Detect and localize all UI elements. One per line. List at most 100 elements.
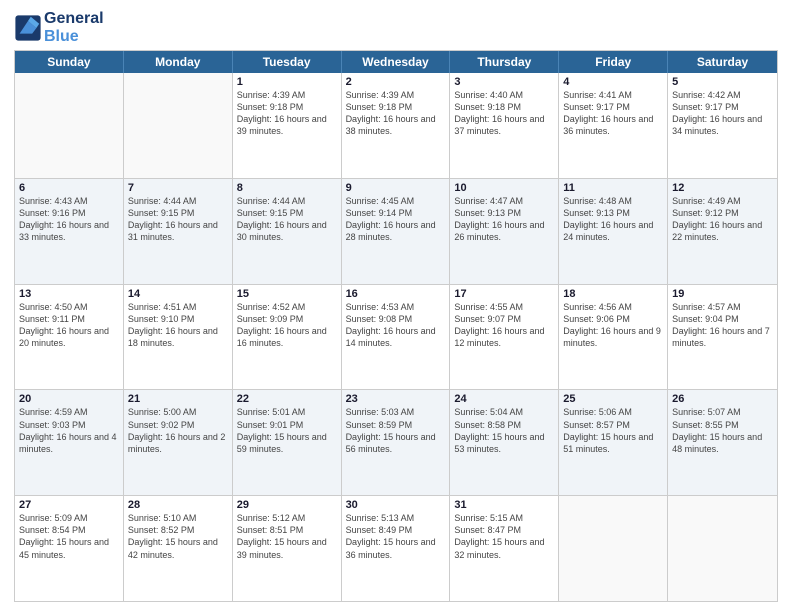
page: General Blue SundayMondayTuesdayWednesda… <box>0 0 792 612</box>
day-number: 22 <box>237 393 337 405</box>
day-cell-15: 15Sunrise: 4:52 AM Sunset: 9:09 PM Dayli… <box>233 285 342 390</box>
day-number: 26 <box>672 393 773 405</box>
day-number: 2 <box>346 76 446 88</box>
day-number: 31 <box>454 499 554 511</box>
day-header-wednesday: Wednesday <box>342 51 451 73</box>
day-cell-10: 10Sunrise: 4:47 AM Sunset: 9:13 PM Dayli… <box>450 179 559 284</box>
logo-text: General Blue <box>44 10 104 46</box>
day-number: 21 <box>128 393 228 405</box>
day-number: 8 <box>237 182 337 194</box>
day-info: Sunrise: 4:39 AM Sunset: 9:18 PM Dayligh… <box>237 89 337 138</box>
day-number: 3 <box>454 76 554 88</box>
day-cell-1: 1Sunrise: 4:39 AM Sunset: 9:18 PM Daylig… <box>233 73 342 178</box>
day-info: Sunrise: 4:53 AM Sunset: 9:08 PM Dayligh… <box>346 301 446 350</box>
day-cell-8: 8Sunrise: 4:44 AM Sunset: 9:15 PM Daylig… <box>233 179 342 284</box>
day-cell-19: 19Sunrise: 4:57 AM Sunset: 9:04 PM Dayli… <box>668 285 777 390</box>
empty-cell <box>124 73 233 178</box>
day-number: 5 <box>672 76 773 88</box>
day-cell-31: 31Sunrise: 5:15 AM Sunset: 8:47 PM Dayli… <box>450 496 559 601</box>
day-cell-22: 22Sunrise: 5:01 AM Sunset: 9:01 PM Dayli… <box>233 390 342 495</box>
day-info: Sunrise: 4:42 AM Sunset: 9:17 PM Dayligh… <box>672 89 773 138</box>
day-info: Sunrise: 4:56 AM Sunset: 9:06 PM Dayligh… <box>563 301 663 350</box>
day-info: Sunrise: 5:10 AM Sunset: 8:52 PM Dayligh… <box>128 512 228 561</box>
day-header-monday: Monday <box>124 51 233 73</box>
day-number: 6 <box>19 182 119 194</box>
day-info: Sunrise: 4:45 AM Sunset: 9:14 PM Dayligh… <box>346 195 446 244</box>
day-cell-24: 24Sunrise: 5:04 AM Sunset: 8:58 PM Dayli… <box>450 390 559 495</box>
day-cell-23: 23Sunrise: 5:03 AM Sunset: 8:59 PM Dayli… <box>342 390 451 495</box>
day-info: Sunrise: 5:04 AM Sunset: 8:58 PM Dayligh… <box>454 406 554 455</box>
day-info: Sunrise: 4:41 AM Sunset: 9:17 PM Dayligh… <box>563 89 663 138</box>
day-cell-5: 5Sunrise: 4:42 AM Sunset: 9:17 PM Daylig… <box>668 73 777 178</box>
day-info: Sunrise: 4:52 AM Sunset: 9:09 PM Dayligh… <box>237 301 337 350</box>
day-info: Sunrise: 5:07 AM Sunset: 8:55 PM Dayligh… <box>672 406 773 455</box>
day-info: Sunrise: 5:09 AM Sunset: 8:54 PM Dayligh… <box>19 512 119 561</box>
day-cell-18: 18Sunrise: 4:56 AM Sunset: 9:06 PM Dayli… <box>559 285 668 390</box>
day-info: Sunrise: 4:49 AM Sunset: 9:12 PM Dayligh… <box>672 195 773 244</box>
day-info: Sunrise: 4:48 AM Sunset: 9:13 PM Dayligh… <box>563 195 663 244</box>
day-cell-3: 3Sunrise: 4:40 AM Sunset: 9:18 PM Daylig… <box>450 73 559 178</box>
day-header-tuesday: Tuesday <box>233 51 342 73</box>
day-number: 11 <box>563 182 663 194</box>
calendar-body: 1Sunrise: 4:39 AM Sunset: 9:18 PM Daylig… <box>15 73 777 601</box>
day-header-sunday: Sunday <box>15 51 124 73</box>
day-number: 13 <box>19 288 119 300</box>
logo: General Blue <box>14 10 104 46</box>
day-info: Sunrise: 4:43 AM Sunset: 9:16 PM Dayligh… <box>19 195 119 244</box>
day-number: 15 <box>237 288 337 300</box>
day-cell-21: 21Sunrise: 5:00 AM Sunset: 9:02 PM Dayli… <box>124 390 233 495</box>
day-number: 9 <box>346 182 446 194</box>
week-row-3: 13Sunrise: 4:50 AM Sunset: 9:11 PM Dayli… <box>15 284 777 390</box>
day-header-saturday: Saturday <box>668 51 777 73</box>
empty-cell <box>15 73 124 178</box>
day-number: 27 <box>19 499 119 511</box>
day-info: Sunrise: 4:59 AM Sunset: 9:03 PM Dayligh… <box>19 406 119 455</box>
day-cell-26: 26Sunrise: 5:07 AM Sunset: 8:55 PM Dayli… <box>668 390 777 495</box>
day-cell-4: 4Sunrise: 4:41 AM Sunset: 9:17 PM Daylig… <box>559 73 668 178</box>
week-row-1: 1Sunrise: 4:39 AM Sunset: 9:18 PM Daylig… <box>15 73 777 178</box>
day-info: Sunrise: 5:15 AM Sunset: 8:47 PM Dayligh… <box>454 512 554 561</box>
day-cell-12: 12Sunrise: 4:49 AM Sunset: 9:12 PM Dayli… <box>668 179 777 284</box>
day-number: 1 <box>237 76 337 88</box>
day-cell-14: 14Sunrise: 4:51 AM Sunset: 9:10 PM Dayli… <box>124 285 233 390</box>
day-number: 16 <box>346 288 446 300</box>
day-cell-13: 13Sunrise: 4:50 AM Sunset: 9:11 PM Dayli… <box>15 285 124 390</box>
day-number: 7 <box>128 182 228 194</box>
day-cell-25: 25Sunrise: 5:06 AM Sunset: 8:57 PM Dayli… <box>559 390 668 495</box>
day-number: 12 <box>672 182 773 194</box>
day-number: 17 <box>454 288 554 300</box>
day-cell-30: 30Sunrise: 5:13 AM Sunset: 8:49 PM Dayli… <box>342 496 451 601</box>
day-info: Sunrise: 4:39 AM Sunset: 9:18 PM Dayligh… <box>346 89 446 138</box>
week-row-5: 27Sunrise: 5:09 AM Sunset: 8:54 PM Dayli… <box>15 495 777 601</box>
day-number: 24 <box>454 393 554 405</box>
empty-cell <box>668 496 777 601</box>
day-number: 14 <box>128 288 228 300</box>
logo-icon <box>14 14 42 42</box>
empty-cell <box>559 496 668 601</box>
day-number: 28 <box>128 499 228 511</box>
day-number: 29 <box>237 499 337 511</box>
day-info: Sunrise: 4:57 AM Sunset: 9:04 PM Dayligh… <box>672 301 773 350</box>
day-info: Sunrise: 5:01 AM Sunset: 9:01 PM Dayligh… <box>237 406 337 455</box>
day-number: 25 <box>563 393 663 405</box>
day-number: 4 <box>563 76 663 88</box>
day-info: Sunrise: 4:40 AM Sunset: 9:18 PM Dayligh… <box>454 89 554 138</box>
day-info: Sunrise: 4:47 AM Sunset: 9:13 PM Dayligh… <box>454 195 554 244</box>
day-number: 18 <box>563 288 663 300</box>
day-info: Sunrise: 5:00 AM Sunset: 9:02 PM Dayligh… <box>128 406 228 455</box>
day-header-friday: Friday <box>559 51 668 73</box>
day-number: 20 <box>19 393 119 405</box>
day-headers: SundayMondayTuesdayWednesdayThursdayFrid… <box>15 51 777 73</box>
day-info: Sunrise: 5:06 AM Sunset: 8:57 PM Dayligh… <box>563 406 663 455</box>
day-number: 19 <box>672 288 773 300</box>
day-cell-11: 11Sunrise: 4:48 AM Sunset: 9:13 PM Dayli… <box>559 179 668 284</box>
day-info: Sunrise: 5:03 AM Sunset: 8:59 PM Dayligh… <box>346 406 446 455</box>
day-info: Sunrise: 4:44 AM Sunset: 9:15 PM Dayligh… <box>128 195 228 244</box>
day-header-thursday: Thursday <box>450 51 559 73</box>
day-cell-28: 28Sunrise: 5:10 AM Sunset: 8:52 PM Dayli… <box>124 496 233 601</box>
calendar: SundayMondayTuesdayWednesdayThursdayFrid… <box>14 50 778 602</box>
day-cell-6: 6Sunrise: 4:43 AM Sunset: 9:16 PM Daylig… <box>15 179 124 284</box>
week-row-2: 6Sunrise: 4:43 AM Sunset: 9:16 PM Daylig… <box>15 178 777 284</box>
day-cell-16: 16Sunrise: 4:53 AM Sunset: 9:08 PM Dayli… <box>342 285 451 390</box>
day-info: Sunrise: 4:55 AM Sunset: 9:07 PM Dayligh… <box>454 301 554 350</box>
